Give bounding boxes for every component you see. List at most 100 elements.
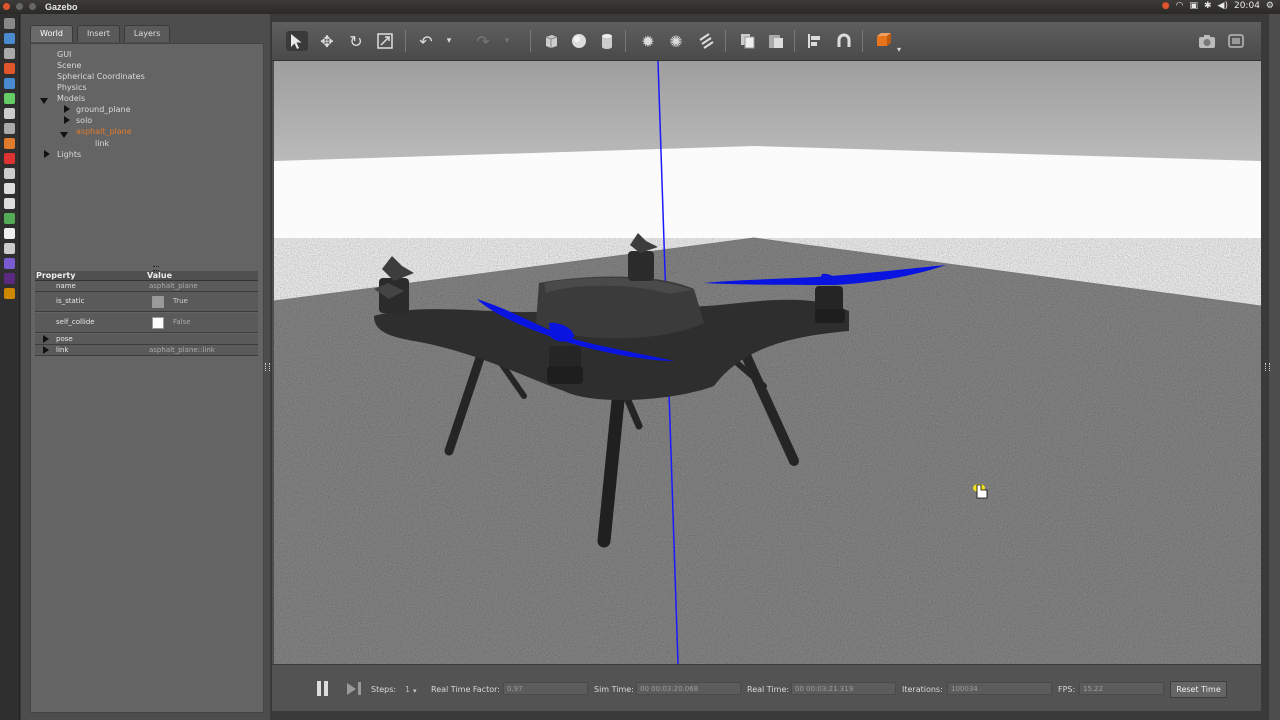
redo-history-chevron-down-icon[interactable]: ▾: [501, 31, 513, 51]
system-top-bar: Gazebo ● ◠ ▣ ✱ ◀) 20:04 ⚙: [0, 0, 1280, 14]
tab-world[interactable]: World: [30, 25, 73, 42]
tree-item-link[interactable]: link: [95, 139, 109, 148]
property-column-header: Property: [36, 271, 76, 280]
expand-lights-icon[interactable]: [44, 150, 50, 158]
expand-pose-icon[interactable]: [43, 335, 49, 343]
self-collide-checkbox[interactable]: [152, 317, 164, 329]
minimize-window-button[interactable]: [15, 3, 23, 10]
tree-item-solo[interactable]: solo: [76, 116, 92, 125]
bluetooth-icon[interactable]: ✱: [1204, 1, 1212, 11]
point-light-icon[interactable]: ✹: [637, 31, 659, 51]
tree-item-asphalt-plane[interactable]: asphalt_plane: [76, 127, 132, 136]
undo-history-chevron-down-icon[interactable]: ▾: [443, 31, 455, 51]
launcher-search-icon[interactable]: [4, 18, 15, 29]
expand-models-icon[interactable]: [40, 98, 48, 104]
steps-label: Steps:: [371, 685, 397, 694]
launcher-app-icon[interactable]: [4, 258, 15, 269]
undo-icon[interactable]: ↶: [415, 31, 437, 51]
tree-item-gui[interactable]: GUI: [57, 50, 71, 59]
right-panel-collapsed: [1269, 14, 1280, 720]
align-icon[interactable]: [804, 31, 826, 51]
snap-magnet-icon[interactable]: [833, 31, 855, 51]
property-table-header: Property Value: [35, 271, 258, 281]
launcher-app-icon[interactable]: [4, 168, 15, 179]
scale-mode-icon[interactable]: [374, 31, 396, 51]
tree-item-scene[interactable]: Scene: [57, 61, 81, 70]
real-time-factor-label: Real Time Factor:: [431, 685, 500, 694]
is-static-checkbox[interactable]: [152, 296, 164, 308]
cylinder-shape-icon[interactable]: [596, 31, 618, 51]
tree-item-spherical-coordinates[interactable]: Spherical Coordinates: [57, 72, 145, 81]
sim-time-label: Sim Time:: [594, 685, 634, 694]
volume-icon[interactable]: ◀): [1218, 1, 1228, 11]
camera-indicator-icon[interactable]: ●: [1162, 1, 1170, 11]
keyboard-layout-icon[interactable]: ▣: [1189, 1, 1198, 11]
expand-asphalt-plane-icon[interactable]: [60, 132, 68, 138]
translate-mode-icon[interactable]: ✥: [316, 31, 338, 51]
3d-scene-viewport[interactable]: [274, 61, 1261, 664]
launcher-app-icon[interactable]: [4, 198, 15, 209]
step-forward-icon[interactable]: [347, 681, 363, 696]
launcher-app-icon[interactable]: [4, 108, 15, 119]
property-row-is-static: is_static True: [35, 292, 258, 312]
box-shape-icon[interactable]: [540, 31, 562, 51]
tree-item-lights[interactable]: Lights: [57, 150, 81, 159]
launcher-app-icon[interactable]: [4, 243, 15, 254]
property-value: False: [173, 318, 191, 326]
launcher-app-icon[interactable]: [4, 48, 15, 59]
tree-item-models[interactable]: Models: [57, 94, 85, 103]
steps-chevron-down-icon[interactable]: ▾: [413, 687, 417, 695]
paste-icon[interactable]: [765, 31, 787, 51]
launcher-app-icon[interactable]: [4, 33, 15, 44]
directional-light-icon[interactable]: [695, 31, 717, 51]
expand-ground-plane-icon[interactable]: [64, 105, 70, 113]
spot-light-icon[interactable]: ✺: [665, 31, 687, 51]
redo-icon[interactable]: ↷: [472, 31, 494, 51]
rotate-mode-icon[interactable]: ↻: [345, 31, 367, 51]
tree-item-ground-plane[interactable]: ground_plane: [76, 105, 131, 114]
launcher-app-icon[interactable]: [4, 63, 15, 74]
close-window-button[interactable]: [3, 3, 10, 10]
view-angle-chevron-down-icon[interactable]: ▾: [895, 39, 903, 59]
tree-item-physics[interactable]: Physics: [57, 83, 87, 92]
property-row-pose[interactable]: pose: [35, 334, 258, 345]
simulation-control-bar: Steps: 1 ▾ Real Time Factor: 0.97 Sim Ti…: [272, 664, 1261, 711]
wifi-icon[interactable]: ◠: [1176, 1, 1184, 11]
clock[interactable]: 20:04: [1234, 1, 1260, 11]
copy-icon[interactable]: [736, 31, 758, 51]
launcher-app-icon[interactable]: [4, 123, 15, 134]
settings-gear-icon[interactable]: ⚙: [1266, 1, 1274, 11]
steps-value[interactable]: 1: [405, 685, 410, 694]
select-mode-icon[interactable]: [286, 31, 308, 51]
window-controls: [3, 3, 39, 13]
property-row-link[interactable]: link asphalt_plane::link: [35, 345, 258, 356]
pause-icon[interactable]: [316, 681, 330, 696]
reset-time-button[interactable]: Reset Time: [1170, 681, 1227, 698]
rotor-motor: [815, 286, 845, 323]
property-value[interactable]: asphalt_plane: [149, 281, 198, 291]
launcher-app-icon[interactable]: [4, 213, 15, 224]
left-panel-collapse-handle[interactable]: [265, 363, 270, 371]
tab-insert[interactable]: Insert: [76, 25, 120, 42]
launcher-app-icon[interactable]: [4, 153, 15, 164]
launcher-app-icon[interactable]: [4, 183, 15, 194]
launcher-app-icon[interactable]: [4, 288, 15, 299]
rotor-motor: [547, 346, 583, 384]
sphere-shape-icon[interactable]: [568, 31, 590, 51]
launcher-app-icon[interactable]: [4, 93, 15, 104]
record-log-icon[interactable]: [1225, 31, 1247, 51]
maximize-window-button[interactable]: [28, 3, 36, 10]
right-panel-expand-handle[interactable]: [1265, 363, 1270, 371]
value-column-header: Value: [147, 271, 173, 280]
screenshot-camera-icon[interactable]: [1196, 31, 1218, 51]
launcher-app-icon[interactable]: [4, 78, 15, 89]
launcher-app-icon[interactable]: [4, 273, 15, 284]
tab-layers[interactable]: Layers: [123, 25, 171, 42]
main-toolbar: ✥ ↻ ↶ ▾ ↷ ▾ ✹ ✺ ▾: [272, 22, 1261, 61]
view-angle-icon[interactable]: [873, 31, 895, 51]
window-title: Gazebo: [45, 2, 78, 12]
launcher-app-icon[interactable]: [4, 138, 15, 149]
expand-solo-icon[interactable]: [64, 116, 70, 124]
launcher-app-icon[interactable]: [4, 228, 15, 239]
expand-link-icon[interactable]: [43, 346, 49, 354]
